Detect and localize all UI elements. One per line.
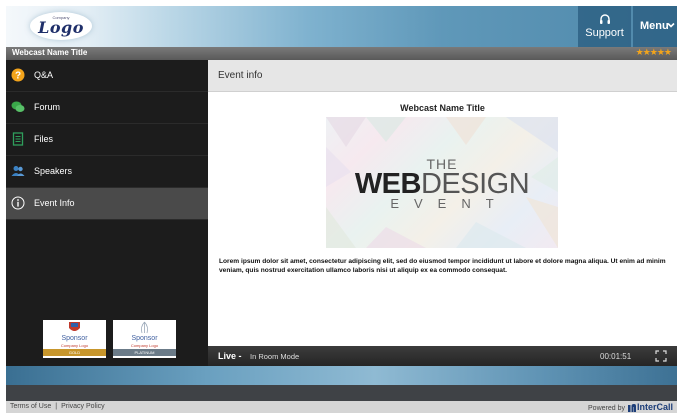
powered-by: Powered by InterCall	[588, 402, 673, 412]
elapsed-timer: 00:01:51	[600, 352, 632, 361]
privacy-link[interactable]: Privacy Policy	[61, 403, 105, 410]
files-icon	[12, 132, 24, 146]
footer-separator: |	[55, 403, 58, 410]
info-icon	[11, 196, 25, 210]
sidebar-item-label: Q&A	[34, 70, 54, 80]
panel-title: Event info	[218, 70, 263, 81]
logo-text: Logo	[38, 18, 84, 37]
sidebar-item-label: Forum	[34, 102, 61, 112]
menu-button[interactable]: Menu	[633, 6, 677, 47]
panel-header: Event info	[208, 60, 677, 92]
chevron-down-icon	[667, 22, 675, 28]
sponsor-card-platinum[interactable]: Sponsor Company Logo PLATINUM	[113, 320, 176, 358]
company-logo[interactable]: Company Logo	[30, 12, 92, 40]
terms-link[interactable]: Terms of Use	[10, 403, 51, 410]
support-label: Support	[585, 27, 624, 39]
webcast-title: Webcast Name Title	[12, 48, 88, 57]
decorative-band	[6, 366, 677, 385]
sidebar-item-qa[interactable]: ? Q&A	[6, 60, 208, 92]
dark-band	[6, 385, 677, 401]
intercall-logo-icon	[627, 404, 636, 412]
footer: Terms of Use | Privacy Policy Powered by In…	[6, 401, 677, 413]
sidebar-item-forum[interactable]: Forum	[6, 92, 208, 124]
sidebar-item-event-info[interactable]: Event Info	[6, 188, 208, 220]
sponsor-tier: GOLD	[43, 349, 106, 356]
live-label: Live -	[218, 351, 242, 361]
live-mode: In Room Mode	[250, 352, 300, 361]
fullscreen-icon[interactable]	[655, 350, 667, 362]
support-button[interactable]: Support	[578, 6, 631, 47]
header-bar: Company Logo Support Menu	[6, 6, 677, 47]
event-description: Lorem ipsum dolor sit amet, consectetur …	[219, 258, 666, 274]
speakers-icon	[11, 166, 25, 176]
webcast-title-strip: Webcast Name Title ★★★★★	[6, 47, 677, 60]
banner-event: EVENT	[390, 196, 509, 211]
sponsor-shield-icon	[69, 322, 80, 331]
menu-label: Menu	[640, 20, 669, 32]
sidebar-item-speakers[interactable]: Speakers	[6, 156, 208, 188]
powered-by-label: Powered by	[588, 405, 625, 412]
rating-stars[interactable]: ★★★★★	[636, 47, 672, 58]
main-panel: Event info Webcast Name Title THE WEBDES…	[208, 60, 677, 366]
sidebar-item-label: Event Info	[34, 198, 75, 208]
event-banner-image: THE WEBDESIGN EVENT	[326, 117, 558, 248]
sponsor-company: Company Logo	[130, 343, 159, 348]
live-status-bar: Live - In Room Mode 00:01:51	[208, 346, 677, 366]
sponsor-name: Sponsor	[131, 335, 158, 342]
sidebar-item-label: Files	[34, 134, 54, 144]
sidebar-item-label: Speakers	[34, 166, 73, 176]
sponsor-leaf-icon	[141, 321, 148, 334]
sponsor-logos: Sponsor Company Logo GOLD Sponsor Compan…	[43, 320, 177, 358]
sponsor-name: Sponsor	[61, 335, 88, 342]
forum-icon	[11, 101, 25, 112]
sponsor-card-gold[interactable]: Sponsor Company Logo GOLD	[43, 320, 106, 358]
event-title: Webcast Name Title	[400, 103, 485, 113]
footer-links: Terms of Use | Privacy Policy	[10, 403, 105, 410]
sponsor-company: Company Logo	[60, 343, 89, 348]
qa-icon: ?	[11, 68, 25, 82]
svg-text:?: ?	[15, 71, 21, 82]
sidebar: ? Q&A Forum Files Speakers Event Info Sp…	[6, 60, 208, 366]
headset-icon	[600, 14, 610, 24]
brand-name: InterCall	[636, 402, 673, 412]
sponsor-tier: PLATINUM	[113, 349, 176, 356]
sidebar-item-files[interactable]: Files	[6, 124, 208, 156]
